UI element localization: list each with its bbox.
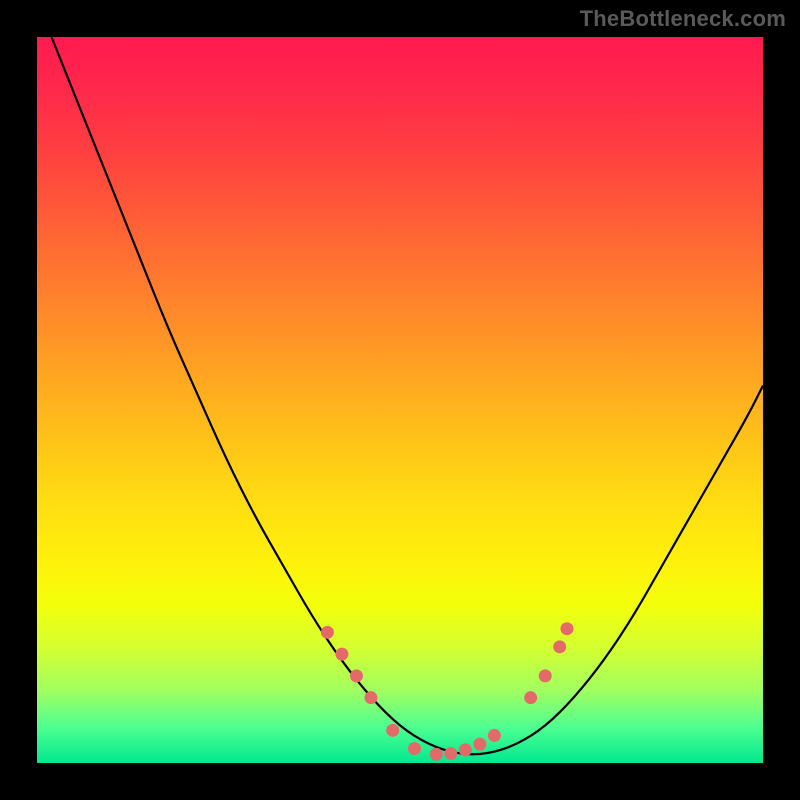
scatter-dot xyxy=(321,626,334,639)
chart-svg xyxy=(37,37,763,763)
scatter-dot xyxy=(335,648,348,661)
scatter-dot xyxy=(539,669,552,682)
scatter-dot xyxy=(553,640,566,653)
scatter-dot xyxy=(430,748,443,761)
scatter-dot xyxy=(473,738,486,751)
curve-path xyxy=(52,37,763,754)
scatter-dot xyxy=(386,724,399,737)
plot-area xyxy=(37,37,763,763)
scatter-dot xyxy=(350,669,363,682)
scatter-dot xyxy=(444,747,457,760)
scatter-dots xyxy=(321,622,574,761)
chart-frame: TheBottleneck.com xyxy=(0,0,800,800)
scatter-dot xyxy=(459,743,472,756)
scatter-dot xyxy=(488,729,501,742)
curve-line xyxy=(52,37,763,754)
watermark-text: TheBottleneck.com xyxy=(580,6,786,32)
scatter-dot xyxy=(364,691,377,704)
scatter-dot xyxy=(560,622,573,635)
scatter-dot xyxy=(408,742,421,755)
scatter-dot xyxy=(524,691,537,704)
